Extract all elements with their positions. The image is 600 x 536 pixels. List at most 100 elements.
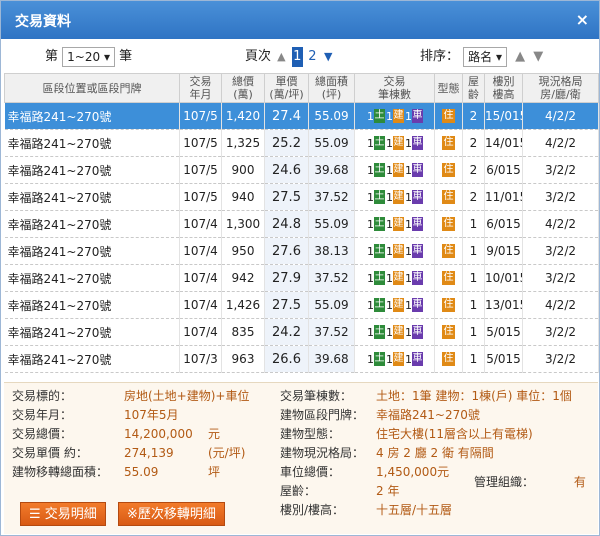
cell-type: 住: [434, 237, 463, 265]
cell-count: 1土 1建 1車: [354, 129, 435, 157]
cell-area: 38.13: [308, 237, 355, 265]
cell-address: 幸福路241~270號: [4, 102, 180, 130]
residential-icon: 住: [442, 271, 455, 286]
cell-floor: 5/015: [484, 318, 523, 346]
cell-floor: 10/015: [484, 264, 523, 292]
building-icon: 建: [393, 271, 404, 286]
table-row[interactable]: 幸福路241~270號 107/4 950 27.6 38.13 1土 1建 1車住 1 9/01…: [4, 237, 599, 265]
land-icon: 土: [374, 271, 385, 286]
cell-date: 107/5: [179, 102, 222, 130]
close-icon[interactable]: ×: [576, 10, 589, 29]
next-page-icon[interactable]: ▼: [324, 47, 332, 67]
header-layout[interactable]: 現況格局 房/廳/衛: [522, 73, 599, 103]
header-floor[interactable]: 樓別 樓高: [484, 73, 523, 103]
cell-total: 1,325: [221, 129, 265, 157]
header-count[interactable]: 交易 筆棟數: [354, 73, 435, 103]
cell-unit-price: 27.5: [264, 291, 309, 319]
cell-type: 住: [434, 318, 463, 346]
pager: 頁次 ▲ 1 2 ▼: [245, 47, 335, 67]
table-row[interactable]: 幸福路241~270號 107/5 940 27.5 37.52 1土 1建 1車住 2 11/0…: [4, 183, 599, 211]
cell-count: 1土 1建 1車: [354, 102, 435, 130]
table-row[interactable]: 幸福路241~270號 107/5 1,420 27.4 55.09 1土 1建 1車住 2 15…: [4, 102, 599, 130]
header-area[interactable]: 總面積 (坪): [308, 73, 355, 103]
sort-select[interactable]: 路名 ▾: [463, 47, 508, 67]
cell-floor: 15/015: [484, 102, 523, 130]
cell-unit-price: 24.2: [264, 318, 309, 346]
cell-area: 37.52: [308, 318, 355, 346]
table-row[interactable]: 幸福路241~270號 107/4 1,426 27.5 55.09 1土 1建 1車住 1 13…: [4, 291, 599, 319]
table-row[interactable]: 幸福路241~270號 107/5 1,325 25.2 55.09 1土 1建 1車住 2 14…: [4, 129, 599, 157]
land-icon: 土: [374, 109, 385, 124]
cell-unit-price: 27.5: [264, 183, 309, 211]
sort-control: 排序： 路名 ▾ ▲ ▼: [420, 47, 545, 67]
header-total[interactable]: 總價 (萬): [221, 73, 265, 103]
cell-count: 1土 1建 1車: [354, 156, 435, 184]
table-row[interactable]: 幸福路241~270號 107/3 963 26.6 39.68 1土 1建 1車住 1 5/01…: [4, 345, 599, 373]
cell-area: 39.68: [308, 345, 355, 373]
sort-asc-icon[interactable]: ▲: [515, 47, 525, 67]
parking-icon: 車: [412, 163, 423, 178]
cell-address: 幸福路241~270號: [4, 183, 180, 211]
cell-type: 住: [434, 264, 463, 292]
sort-desc-icon[interactable]: ▼: [533, 47, 543, 67]
detail-right-row: 車位總價： 1,450,000元: [280, 465, 450, 479]
building-icon: 建: [393, 244, 404, 259]
detail-right-row: 屋齡： 2 年: [280, 484, 400, 498]
cell-total: 1,300: [221, 210, 265, 238]
parking-icon: 車: [412, 217, 423, 232]
header-date[interactable]: 交易 年月: [179, 73, 222, 103]
cell-date: 107/4: [179, 318, 222, 346]
title-bar: 交易資料 ×: [1, 1, 599, 39]
page-2[interactable]: 2: [307, 47, 318, 67]
table-row[interactable]: 幸福路241~270號 107/5 900 24.6 39.68 1土 1建 1車住 2 6/01…: [4, 156, 599, 184]
cell-floor: 9/015: [484, 237, 523, 265]
cell-address: 幸福路241~270號: [4, 291, 180, 319]
prev-page-icon[interactable]: ▲: [277, 47, 285, 67]
cell-age: 2: [462, 102, 485, 130]
cell-age: 1: [462, 210, 485, 238]
cell-age: 2: [462, 129, 485, 157]
land-icon: 土: [374, 298, 385, 313]
table-row[interactable]: 幸福路241~270號 107/4 942 27.9 37.52 1土 1建 1車住 1 10/0…: [4, 264, 599, 292]
cell-count: 1土 1建 1車: [354, 210, 435, 238]
residential-icon: 住: [442, 352, 455, 367]
header-unit-price[interactable]: 單價 (萬/坪): [264, 73, 309, 103]
cell-area: 37.52: [308, 264, 355, 292]
cell-unit-price: 27.9: [264, 264, 309, 292]
cell-count: 1土 1建 1車: [354, 291, 435, 319]
cell-area: 55.09: [308, 210, 355, 238]
cell-floor: 14/015: [484, 129, 523, 157]
parking-icon: 車: [412, 298, 423, 313]
transaction-detail-button[interactable]: ☰ 交易明細: [20, 502, 106, 526]
cell-address: 幸福路241~270號: [4, 129, 180, 157]
cell-type: 住: [434, 129, 463, 157]
cell-date: 107/4: [179, 264, 222, 292]
cell-address: 幸福路241~270號: [4, 210, 180, 238]
cell-type: 住: [434, 210, 463, 238]
building-icon: 建: [393, 163, 404, 178]
parking-icon: 車: [412, 190, 423, 205]
land-icon: 土: [374, 352, 385, 367]
cell-address: 幸福路241~270號: [4, 237, 180, 265]
land-icon: 土: [374, 190, 385, 205]
table-row[interactable]: 幸福路241~270號 107/4 1,300 24.8 55.09 1土 1建 1車住 1 6/…: [4, 210, 599, 238]
land-icon: 土: [374, 136, 385, 151]
cell-age: 1: [462, 318, 485, 346]
range-select[interactable]: 1~20 ▾: [62, 47, 115, 67]
cell-total: 900: [221, 156, 265, 184]
cell-floor: 6/015: [484, 156, 523, 184]
cell-total: 940: [221, 183, 265, 211]
header-type[interactable]: 型態: [434, 73, 463, 103]
cell-unit-price: 25.2: [264, 129, 309, 157]
building-icon: 建: [393, 109, 404, 124]
cell-type: 住: [434, 102, 463, 130]
cell-floor: 11/015: [484, 183, 523, 211]
header-age[interactable]: 屋齡: [462, 73, 485, 103]
page-1[interactable]: 1: [291, 47, 303, 67]
table-row[interactable]: 幸福路241~270號 107/4 835 24.2 37.52 1土 1建 1車住 1 5/01…: [4, 318, 599, 346]
header-address[interactable]: 區段位置或區段門牌: [4, 73, 180, 103]
cell-area: 37.52: [308, 183, 355, 211]
cell-count: 1土 1建 1車: [354, 318, 435, 346]
cell-count: 1土 1建 1車: [354, 237, 435, 265]
transfer-history-button[interactable]: ※歷次移轉明細: [118, 502, 225, 526]
